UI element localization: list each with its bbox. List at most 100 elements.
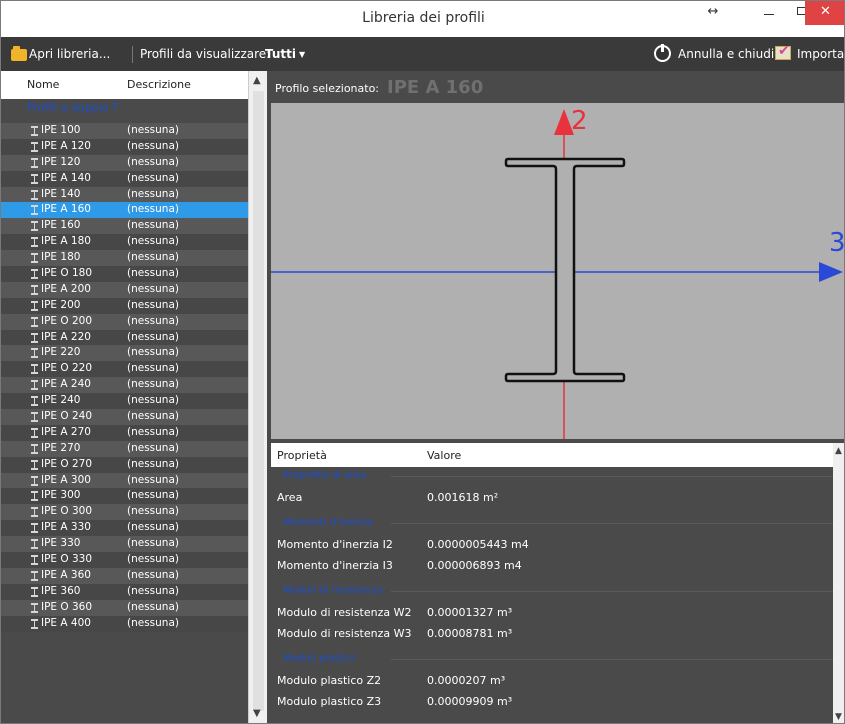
list-item[interactable]: IPE A 140 (nessuna) — [1, 170, 248, 187]
resize-icon[interactable]: ↔ — [697, 1, 729, 25]
profile-name: IPE 270 — [41, 441, 81, 454]
property-name: Momento d'inerzia I3 — [277, 559, 393, 572]
list-item[interactable]: IPE 160 (nessuna) — [1, 218, 248, 235]
cancel-close-button[interactable]: Annulla e chiudi — [678, 37, 774, 71]
selected-profile-label: Profilo selezionato: — [275, 82, 380, 95]
profile-name: IPE A 120 — [41, 139, 91, 152]
properties-scrollbar[interactable]: ▲ ▼ — [833, 443, 844, 723]
list-item[interactable]: IPE O 220 (nessuna) — [1, 361, 248, 378]
scroll-up-icon[interactable]: ▲ — [835, 446, 842, 456]
property-section-title[interactable]: Moduli di resistenza — [283, 585, 383, 596]
import-check-icon[interactable] — [775, 43, 791, 60]
profile-description: (nessuna) — [127, 425, 179, 438]
section-divider — [391, 523, 833, 524]
list-item[interactable]: IPE 300 (nessuna) — [1, 488, 248, 505]
scroll-down-icon[interactable]: ▼ — [253, 708, 261, 719]
profiles-filter-dropdown[interactable]: Tutti ▼ — [265, 37, 305, 71]
scroll-down-icon[interactable]: ▼ — [835, 712, 842, 722]
scrollbar-thumb[interactable] — [253, 91, 264, 711]
profile-name: IPE A 270 — [41, 425, 91, 438]
list-item[interactable]: IPE A 270 (nessuna) — [1, 424, 248, 441]
profile-name: IPE O 220 — [41, 362, 93, 375]
list-item[interactable]: IPE 200 (nessuna) — [1, 297, 248, 314]
list-item[interactable]: IPE A 120 (nessuna) — [1, 138, 248, 155]
power-icon[interactable] — [654, 44, 671, 62]
profile-name: IPE O 330 — [41, 553, 93, 566]
toolbar-separator — [132, 46, 133, 63]
profile-description: (nessuna) — [127, 187, 179, 200]
property-value: 0.0000005443 m4 — [427, 538, 529, 551]
list-item[interactable]: IPE A 240 (nessuna) — [1, 377, 248, 394]
profile-description: (nessuna) — [127, 203, 179, 216]
list-item[interactable]: IPE 220 (nessuna) — [1, 345, 248, 362]
i-beam-icon — [31, 507, 38, 518]
list-item[interactable]: IPE 120 (nessuna) — [1, 154, 248, 171]
profile-description: (nessuna) — [127, 139, 179, 152]
property-section-title[interactable]: Proprietà di area — [283, 470, 366, 481]
profile-name: IPE 330 — [41, 537, 81, 550]
list-item[interactable]: IPE A 180 (nessuna) — [1, 234, 248, 251]
column-header-description[interactable]: Descrizione — [127, 78, 191, 91]
i-beam-icon — [31, 189, 38, 200]
list-item[interactable]: IPE 270 (nessuna) — [1, 440, 248, 457]
profile-name: IPE O 240 — [41, 410, 93, 423]
column-header-value[interactable]: Valore — [427, 449, 461, 462]
section-divider — [391, 476, 833, 477]
column-header-property[interactable]: Proprietà — [277, 449, 327, 462]
profile-name: IPE 240 — [41, 394, 81, 407]
list-item[interactable]: IPE O 300 (nessuna) — [1, 504, 248, 521]
property-section-title[interactable]: Momenti d'inerzia — [283, 517, 373, 528]
list-item[interactable]: IPE O 270 (nessuna) — [1, 456, 248, 473]
list-item[interactable]: IPE A 160 (nessuna) — [1, 202, 248, 219]
list-item[interactable]: IPE O 240 (nessuna) — [1, 409, 248, 425]
list-item[interactable]: IPE A 360 (nessuna) — [1, 567, 248, 584]
property-section-title[interactable]: Moduli plastici — [283, 653, 355, 664]
list-item[interactable]: IPE O 330 (nessuna) — [1, 552, 248, 568]
profile-description: (nessuna) — [127, 314, 179, 327]
profile-description: (nessuna) — [127, 394, 179, 407]
i-beam-icon — [31, 602, 38, 613]
list-item[interactable]: IPE 360 (nessuna) — [1, 583, 248, 600]
list-item[interactable]: IPE A 400 (nessuna) — [1, 615, 248, 632]
selection-bar: Profilo selezionato: IPE A 160 — [267, 71, 844, 105]
list-item[interactable]: IPE 180 (nessuna) — [1, 250, 248, 267]
profile-description: (nessuna) — [127, 584, 179, 597]
list-item[interactable]: IPE O 360 (nessuna) — [1, 599, 248, 616]
profile-description: (nessuna) — [127, 378, 179, 391]
list-scrollbar[interactable]: ▲ ▼ — [248, 71, 267, 723]
chevron-down-icon: ▼ — [299, 50, 306, 59]
open-library-button[interactable]: Apri libreria... — [29, 37, 110, 71]
column-header-name[interactable]: Nome — [27, 78, 59, 91]
profile-name: IPE A 180 — [41, 235, 91, 248]
list-item[interactable]: IPE 140 (nessuna) — [1, 186, 248, 203]
i-beam-icon — [31, 141, 38, 152]
profile-description: (nessuna) — [127, 568, 179, 581]
list-item[interactable]: IPE O 180 (nessuna) — [1, 266, 248, 282]
profile-description: (nessuna) — [127, 346, 179, 359]
scroll-up-icon[interactable]: ▲ — [253, 75, 261, 86]
profile-description: (nessuna) — [127, 616, 179, 629]
i-beam-icon — [31, 348, 38, 359]
section-drawing: 3 2 — [271, 106, 844, 439]
i-beam-icon — [31, 570, 38, 581]
import-button[interactable]: Importa — [797, 37, 844, 71]
group-label: Profili a doppio T — [27, 101, 119, 114]
i-beam-icon — [31, 157, 38, 168]
list-item[interactable]: IPE A 300 (nessuna) — [1, 472, 248, 489]
list-item[interactable]: IPE A 330 (nessuna) — [1, 520, 248, 537]
profile-name: IPE O 180 — [41, 267, 93, 280]
list-item[interactable]: IPE 240 (nessuna) — [1, 393, 248, 410]
profile-name: IPE O 200 — [41, 314, 93, 327]
profile-name: IPE A 200 — [41, 282, 91, 295]
list-item[interactable]: IPE A 220 (nessuna) — [1, 329, 248, 346]
close-button[interactable]: ✕ — [805, 1, 844, 25]
list-item[interactable]: IPE 330 (nessuna) — [1, 536, 248, 553]
minimize-button[interactable] — [753, 1, 785, 25]
list-item[interactable]: IPE O 200 (nessuna) — [1, 313, 248, 330]
list-item[interactable]: IPE A 200 (nessuna) — [1, 281, 248, 298]
list-item[interactable]: IPE 100 (nessuna) — [1, 123, 248, 139]
folder-open-icon[interactable] — [11, 46, 27, 61]
profile-description: (nessuna) — [127, 600, 179, 613]
profile-name: IPE A 160 — [41, 203, 91, 216]
i-beam-icon — [31, 253, 38, 264]
